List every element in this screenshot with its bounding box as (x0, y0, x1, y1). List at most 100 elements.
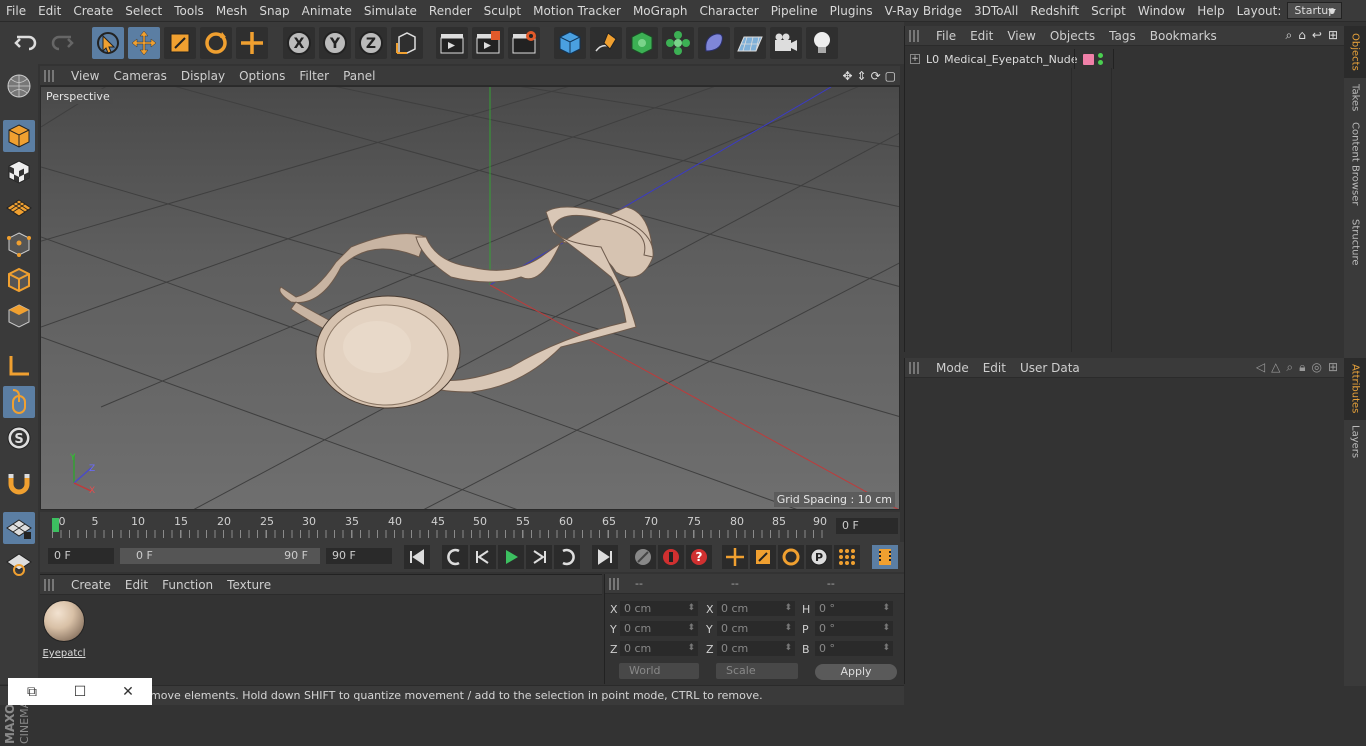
frame-ruler[interactable]: 0 5 10 15 20 25 30 35 40 45 50 55 60 65 … (52, 514, 828, 540)
viewport-menu-options[interactable]: Options (232, 69, 292, 83)
tab-layers[interactable]: Layers (1344, 422, 1366, 462)
timeline-window-button[interactable] (872, 545, 898, 569)
points-mode-button[interactable] (3, 228, 35, 260)
menu-animate[interactable]: Animate (296, 0, 358, 22)
viewport-menu-filter[interactable]: Filter (292, 69, 336, 83)
record-keys-off-button[interactable] (630, 545, 656, 569)
previous-frame-button[interactable] (470, 545, 496, 569)
model-mode-button[interactable] (3, 120, 35, 152)
expand-toggle-icon[interactable]: + (910, 54, 920, 64)
cloner-button[interactable] (662, 27, 694, 59)
workplane-lock-button[interactable] (3, 512, 35, 544)
menu-vray-bridge[interactable]: V-Ray Bridge (879, 0, 968, 22)
make-editable-button[interactable] (3, 70, 35, 102)
home-icon[interactable]: ⌂ (1298, 28, 1306, 43)
live-selection-button[interactable] (92, 27, 124, 59)
transform-tool-button[interactable] (236, 27, 268, 59)
menu-3dtoall[interactable]: 3DToAll (968, 0, 1024, 22)
floor-button[interactable] (734, 27, 766, 59)
tab-structure[interactable]: Structure (1344, 212, 1366, 272)
size-y-field[interactable]: 0 cm (717, 621, 795, 636)
pos-y-field[interactable]: 0 cm (620, 621, 698, 636)
maximize-window-icon[interactable]: ☐ (56, 684, 104, 700)
search-icon[interactable]: ⌕ (1286, 28, 1293, 43)
goto-start-button[interactable] (404, 545, 430, 569)
play-button[interactable] (498, 545, 524, 569)
menu-sculpt[interactable]: Sculpt (478, 0, 527, 22)
dolly-view-icon[interactable]: ⇕ (857, 69, 867, 83)
undo-button[interactable] (10, 27, 42, 59)
viewport-menu-cameras[interactable]: Cameras (106, 69, 173, 83)
target-icon[interactable]: ◎ (1311, 360, 1321, 375)
camera-button[interactable] (770, 27, 802, 59)
menu-snap[interactable]: Snap (253, 0, 295, 22)
menu-pipeline[interactable]: Pipeline (765, 0, 824, 22)
new-window-icon[interactable]: ⊞ (1328, 28, 1338, 43)
menu-script[interactable]: Script (1085, 0, 1132, 22)
panel-grip-icon[interactable] (909, 361, 921, 374)
rotate-tool-button[interactable] (200, 27, 232, 59)
scale-tool-button[interactable] (164, 27, 196, 59)
planar-workplane-button[interactable] (3, 548, 35, 580)
axis-mode-button[interactable] (3, 350, 35, 382)
key-scale-button[interactable] (750, 545, 776, 569)
search-icon[interactable]: ⌕ (1286, 360, 1293, 375)
rot-b-field[interactable]: 0 ° (815, 641, 893, 656)
attributes-menu-mode[interactable]: Mode (929, 361, 976, 375)
objects-menu-edit[interactable]: Edit (963, 29, 1000, 43)
material-menu-create[interactable]: Create (64, 578, 118, 592)
menu-create[interactable]: Create (67, 0, 119, 22)
polygons-mode-button[interactable] (3, 300, 35, 332)
viewport-camera-label[interactable]: Perspective (43, 89, 113, 104)
objects-menu-view[interactable]: View (1000, 29, 1042, 43)
restore-window-icon[interactable]: ⧉ (8, 684, 56, 700)
rot-h-field[interactable]: 0 ° (815, 601, 893, 616)
pos-z-field[interactable]: 0 cm (620, 641, 698, 656)
apply-button[interactable]: Apply (815, 664, 897, 680)
current-frame-field[interactable]: 0 F (836, 518, 898, 534)
tab-content-browser[interactable]: Content Browser (1344, 118, 1366, 210)
key-rotation-button[interactable] (778, 545, 804, 569)
viewport-menu-panel[interactable]: Panel (336, 69, 382, 83)
preview-range-slider[interactable]: 0 F 90 F (120, 548, 320, 564)
maximize-view-icon[interactable]: ▢ (885, 69, 896, 83)
visibility-dots-icon[interactable] (1098, 53, 1104, 65)
tweak-mode-button[interactable] (3, 386, 35, 418)
menu-redshift[interactable]: Redshift (1024, 0, 1085, 22)
menu-character[interactable]: Character (693, 0, 764, 22)
material-menu-edit[interactable]: Edit (118, 578, 155, 592)
arrow-up-icon[interactable]: △ (1271, 360, 1280, 375)
previous-keyframe-button[interactable] (442, 545, 468, 569)
next-keyframe-button[interactable] (554, 545, 580, 569)
end-frame-field[interactable]: 90 F (326, 548, 392, 564)
z-axis-lock-button[interactable]: Z (355, 27, 387, 59)
spline-pen-button[interactable] (590, 27, 622, 59)
cube-primitive-button[interactable] (554, 27, 586, 59)
panel-grip-icon[interactable] (909, 29, 921, 42)
tab-attributes[interactable]: Attributes (1344, 358, 1366, 420)
autokeying-button[interactable]: ? (686, 545, 712, 569)
move-tool-button[interactable] (128, 27, 160, 59)
goto-end-button[interactable] (592, 545, 618, 569)
menu-file[interactable]: File (0, 0, 32, 22)
record-active-objects-button[interactable] (658, 545, 684, 569)
menu-window[interactable]: Window (1132, 0, 1191, 22)
render-picture-viewer-button[interactable] (472, 27, 504, 59)
menu-edit[interactable]: Edit (32, 0, 67, 22)
close-window-icon[interactable]: ✕ (104, 684, 152, 700)
objects-menu-tags[interactable]: Tags (1102, 29, 1143, 43)
object-row-medical-eyepatch[interactable]: + L0 Medical_Eyepatch_Nude (905, 49, 1345, 69)
menu-plugins[interactable]: Plugins (824, 0, 879, 22)
pan-view-icon[interactable]: ✥ (842, 69, 852, 83)
perspective-viewport[interactable]: Y Z X Perspective Grid Spacing : 10 cm (40, 86, 900, 510)
menu-motion-tracker[interactable]: Motion Tracker (527, 0, 627, 22)
viewport-menu-display[interactable]: Display (174, 69, 232, 83)
key-pla-button[interactable] (834, 545, 860, 569)
coordinate-space-dropdown[interactable]: World (619, 663, 699, 679)
render-view-button[interactable] (436, 27, 468, 59)
object-name[interactable]: Medical_Eyepatch_Nude (944, 53, 1077, 66)
material-menu-texture[interactable]: Texture (220, 578, 278, 592)
deformer-button[interactable] (698, 27, 730, 59)
key-position-button[interactable] (722, 545, 748, 569)
size-mode-dropdown[interactable]: Scale (716, 663, 798, 679)
